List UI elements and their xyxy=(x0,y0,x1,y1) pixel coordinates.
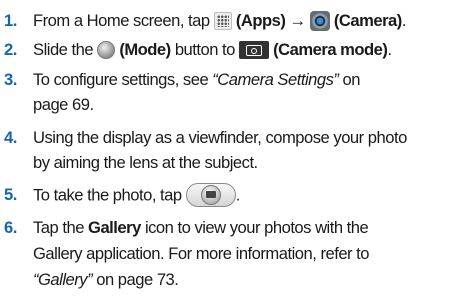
step-number: 5. xyxy=(4,185,17,204)
mode-toggle-icon xyxy=(97,40,116,59)
step-text: Tap the Gallery icon to view your photos… xyxy=(33,217,369,239)
step-text: Slide the (Mode) button to (Camera mode)… xyxy=(33,39,392,61)
step-text: To configure settings, see “Camera Setti… xyxy=(33,69,360,91)
text-fragment: From a Home screen, tap xyxy=(33,11,214,30)
text-fragment: on page 73. xyxy=(92,270,179,289)
text-fragment: Tap the xyxy=(33,218,89,237)
mode-label: (Mode) xyxy=(119,40,171,59)
apps-label: (Apps) xyxy=(235,11,286,30)
camera-app-icon xyxy=(309,10,330,31)
step-text: “Gallery” on page 73. xyxy=(33,269,179,291)
step-text: Gallery application. For more informatio… xyxy=(33,244,370,263)
step-number: 1. xyxy=(4,11,17,30)
step-text: page 69. xyxy=(33,95,94,114)
text-fragment: To take the photo, tap xyxy=(33,185,186,205)
step-text: To take the photo, tap . xyxy=(33,183,241,208)
step-text: by aiming the lens at the subject. xyxy=(33,153,258,172)
camera-settings-link[interactable]: “Camera Settings” xyxy=(212,70,339,89)
camera-mode-label: (Camera mode) xyxy=(273,40,388,59)
gallery-label: Gallery xyxy=(88,218,141,237)
text-fragment: . xyxy=(387,40,392,59)
step-text: From a Home screen, tap (Apps) → (Camera… xyxy=(33,10,406,32)
text-fragment: button to xyxy=(170,40,240,59)
gallery-link[interactable]: “Gallery” xyxy=(33,270,93,289)
text-fragment: icon to view your photos with the xyxy=(140,218,369,237)
text-fragment: To configure settings, see xyxy=(33,70,213,89)
arrow-glyph: → xyxy=(285,11,310,30)
camera-label: (Camera) xyxy=(333,11,402,30)
step-text: Using the display as a viewfinder, compo… xyxy=(33,128,407,147)
instruction-page: 1. From a Home screen, tap (Apps) → (Cam… xyxy=(0,0,472,304)
step-number: 2. xyxy=(4,40,17,59)
step-number: 4. xyxy=(4,128,17,147)
text-fragment: on xyxy=(338,70,361,89)
text-fragment: . xyxy=(401,11,407,30)
camera-mode-icon xyxy=(239,40,270,59)
text-fragment: Slide the xyxy=(33,40,98,59)
shutter-button-icon xyxy=(185,183,236,207)
step-number: 3. xyxy=(4,70,17,89)
apps-grid-icon xyxy=(213,11,232,30)
text-fragment: . xyxy=(235,185,241,205)
step-number: 6. xyxy=(4,218,17,237)
